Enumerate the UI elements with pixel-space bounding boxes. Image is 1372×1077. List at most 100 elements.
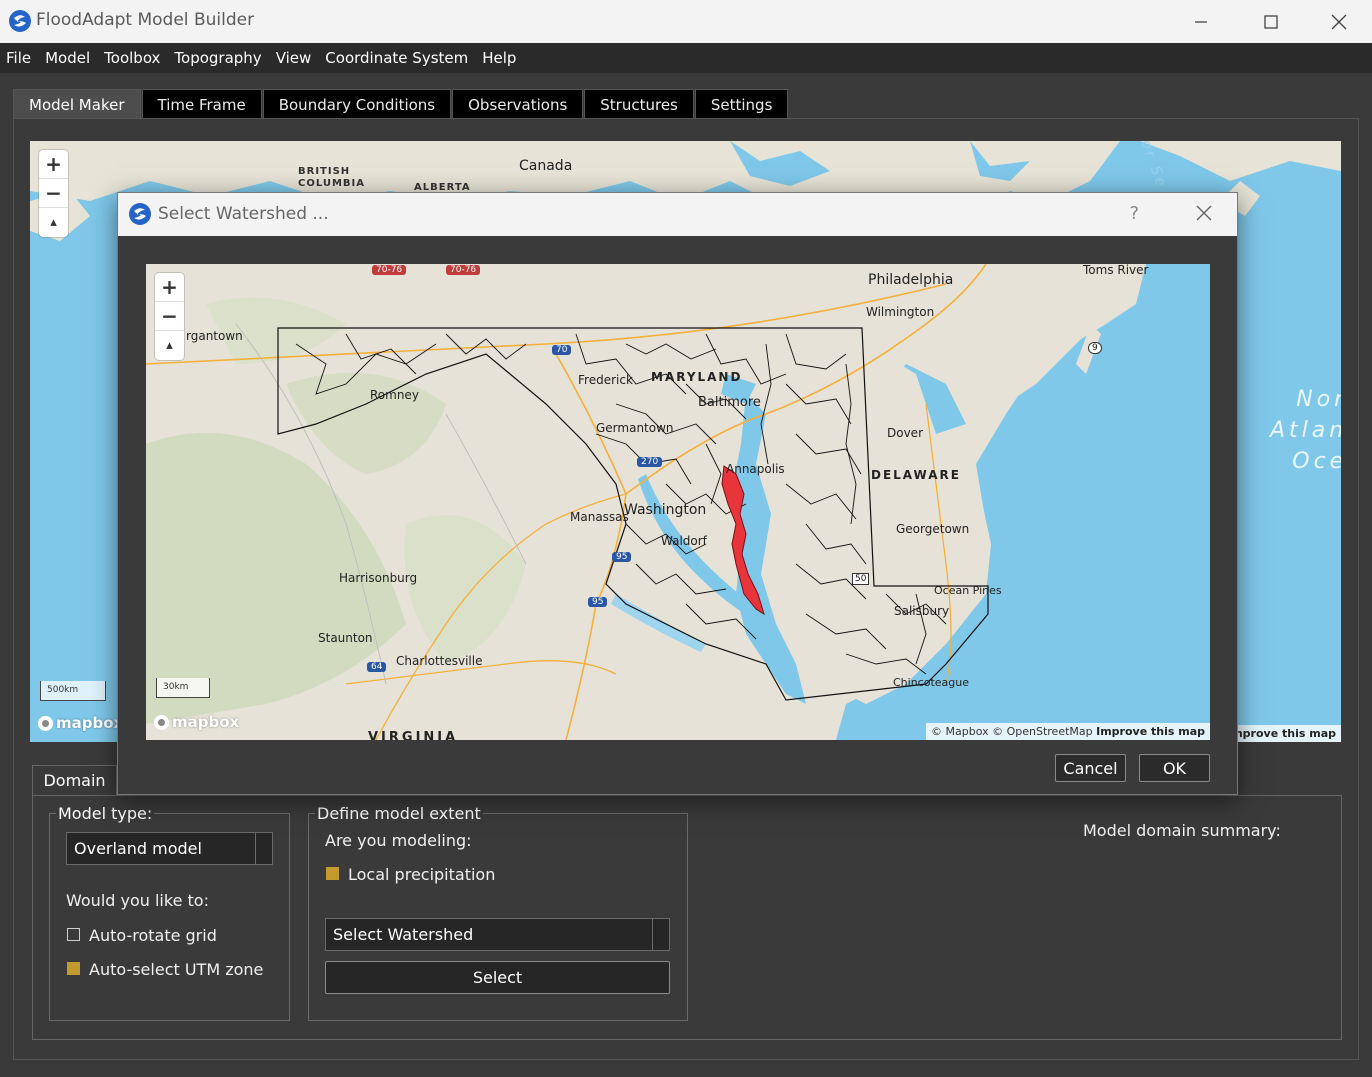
tab-structures[interactable]: Structures xyxy=(584,89,694,119)
highway-shield-70: 70 xyxy=(552,345,572,355)
place-baltimore: Baltimore xyxy=(698,395,761,410)
menu-coordinate-system[interactable]: Coordinate System xyxy=(323,49,476,67)
close-button[interactable] xyxy=(1306,0,1372,43)
mapbox-logo-icon xyxy=(38,715,53,731)
main-tabs: Model Maker Time Frame Boundary Conditio… xyxy=(13,89,789,119)
model-extent-legend: Define model extent xyxy=(317,804,481,823)
dialog-map-scale-bar: 30km xyxy=(156,678,210,698)
map-attribution-text[interactable]: © Mapbox © OpenStreetMap xyxy=(931,725,1093,738)
map-label-british-columbia: BRITISH COLUMBIA xyxy=(298,166,366,189)
chevron-down-icon xyxy=(652,919,669,950)
window-titlebar: FloodAdapt Model Builder xyxy=(0,0,1372,43)
auto-select-utm-label[interactable]: Auto-select UTM zone xyxy=(89,960,263,979)
model-type-selected: Overland model xyxy=(74,839,202,858)
extent-method-combobox[interactable]: Select Watershed xyxy=(325,918,670,951)
place-delaware: DELAWARE xyxy=(871,468,961,482)
place-toms-river: Toms River xyxy=(1083,264,1149,277)
dialog-titlebar: Select Watershed ... ? xyxy=(118,193,1237,236)
tab-time-frame[interactable]: Time Frame xyxy=(141,89,262,119)
highway-shield-7076-west: 70-76 xyxy=(372,265,407,275)
model-type-combobox[interactable]: Overland model xyxy=(66,832,273,865)
place-maryland: MARYLAND xyxy=(651,370,743,384)
menu-model[interactable]: Model xyxy=(43,49,98,67)
menu-file[interactable]: File xyxy=(4,49,39,67)
dialog-mapbox-logo-text: mapbox xyxy=(172,713,240,731)
highway-shield-us9: 9 xyxy=(1088,342,1102,354)
floodadapt-logo-icon xyxy=(9,10,31,32)
zoom-out-icon[interactable]: − xyxy=(155,302,184,331)
dialog-close-icon[interactable] xyxy=(1195,204,1213,222)
place-manassas: Manassas xyxy=(570,510,629,524)
model-type-legend: Model type: xyxy=(58,804,153,823)
menu-bar: File Model Toolbox Topography View Coord… xyxy=(0,43,1372,73)
select-watershed-dialog: Select Watershed ... ? Philadelphia Wilm… xyxy=(117,192,1238,795)
floodadapt-logo-icon xyxy=(129,203,151,225)
cancel-button[interactable]: Cancel xyxy=(1055,754,1126,782)
place-harrisonburg: Harrisonburg xyxy=(339,571,418,585)
mapbox-logo-icon xyxy=(154,714,169,730)
bg-map-scale-bar: 500km xyxy=(40,681,106,701)
auto-rotate-grid-checkbox[interactable] xyxy=(67,928,80,941)
tab-domain[interactable]: Domain xyxy=(32,765,117,795)
map-label-north-atlantic: Nor Atlan Oce xyxy=(1270,387,1341,474)
zoom-in-icon[interactable]: + xyxy=(39,150,68,179)
dialog-title: Select Watershed ... xyxy=(158,204,329,224)
maximize-button[interactable] xyxy=(1238,0,1304,43)
place-ocean-pines: Ocean Pines xyxy=(934,584,1002,597)
highway-shield-64: 64 xyxy=(367,662,387,672)
dialog-help-button[interactable]: ? xyxy=(1129,203,1139,224)
place-georgetown: Georgetown xyxy=(896,522,970,536)
place-romney: Romney xyxy=(370,388,419,402)
menu-help[interactable]: Help xyxy=(480,49,524,67)
map-label-canada: Canada xyxy=(519,158,573,174)
minimize-button[interactable] xyxy=(1168,0,1234,43)
dialog-mapbox-logo[interactable]: mapbox xyxy=(154,713,239,731)
bg-improve-map-link[interactable]: Improve this map xyxy=(1227,727,1336,740)
watershed-map[interactable]: Philadelphia Wilmington Toms River rgant… xyxy=(146,264,1210,740)
bg-mapbox-logo-text: mapbox xyxy=(56,714,124,732)
place-annapolis: Annapolis xyxy=(726,462,785,476)
tab-model-maker[interactable]: Model Maker xyxy=(13,89,141,119)
menu-view[interactable]: View xyxy=(274,49,320,67)
highway-shield-us50: 50 xyxy=(852,573,870,585)
bg-map-zoom-control: + − ▴ xyxy=(39,150,68,237)
extent-method-selected: Select Watershed xyxy=(333,925,474,944)
highway-shield-270: 270 xyxy=(637,457,663,467)
place-chincoteague: Chincoteague xyxy=(893,676,970,689)
auto-rotate-grid-label[interactable]: Auto-rotate grid xyxy=(89,926,217,945)
minimize-icon xyxy=(1195,20,1207,23)
tab-settings[interactable]: Settings xyxy=(694,89,789,119)
place-waldorf: Waldorf xyxy=(661,534,707,548)
place-dover: Dover xyxy=(887,426,923,440)
highway-shield-7076-east: 70-76 xyxy=(446,265,481,275)
are-you-modeling-label: Are you modeling: xyxy=(325,831,472,850)
model-domain-summary-label: Model domain summary: xyxy=(1083,821,1281,840)
bg-mapbox-logo[interactable]: mapbox xyxy=(38,714,123,732)
dialog-map-attribution: © Mapbox © OpenStreetMap Improve this ma… xyxy=(926,723,1210,740)
compass-icon[interactable]: ▴ xyxy=(155,331,184,360)
chevron-down-icon xyxy=(255,833,272,864)
auto-select-utm-checkbox[interactable] xyxy=(67,962,80,975)
zoom-in-icon[interactable]: + xyxy=(155,273,184,302)
highway-shield-95-north: 95 xyxy=(612,552,632,562)
place-staunton: Staunton xyxy=(318,631,373,645)
menu-topography[interactable]: Topography xyxy=(172,49,269,67)
highway-shield-95-south: 95 xyxy=(588,597,608,607)
select-button[interactable]: Select xyxy=(325,961,670,994)
would-you-like-label: Would you like to: xyxy=(66,891,209,910)
zoom-out-icon[interactable]: − xyxy=(39,179,68,208)
local-precipitation-label[interactable]: Local precipitation xyxy=(348,865,495,884)
tab-boundary-conditions[interactable]: Boundary Conditions xyxy=(262,89,452,119)
local-precipitation-checkbox[interactable] xyxy=(326,867,339,880)
menu-toolbox[interactable]: Toolbox xyxy=(102,49,168,67)
bg-map-attribution[interactable]: Improve this map xyxy=(1222,725,1341,742)
tab-observations[interactable]: Observations xyxy=(452,89,584,119)
place-frederick: Frederick xyxy=(578,373,633,387)
ok-button[interactable]: OK xyxy=(1139,754,1210,782)
improve-map-link[interactable]: Improve this map xyxy=(1096,725,1205,738)
place-washington: Washington xyxy=(624,502,707,518)
compass-icon[interactable]: ▴ xyxy=(39,208,68,237)
place-virginia: VIRGINIA xyxy=(368,730,459,740)
place-charlottesville: Charlottesville xyxy=(396,654,483,668)
place-wilmington: Wilmington xyxy=(866,305,935,319)
